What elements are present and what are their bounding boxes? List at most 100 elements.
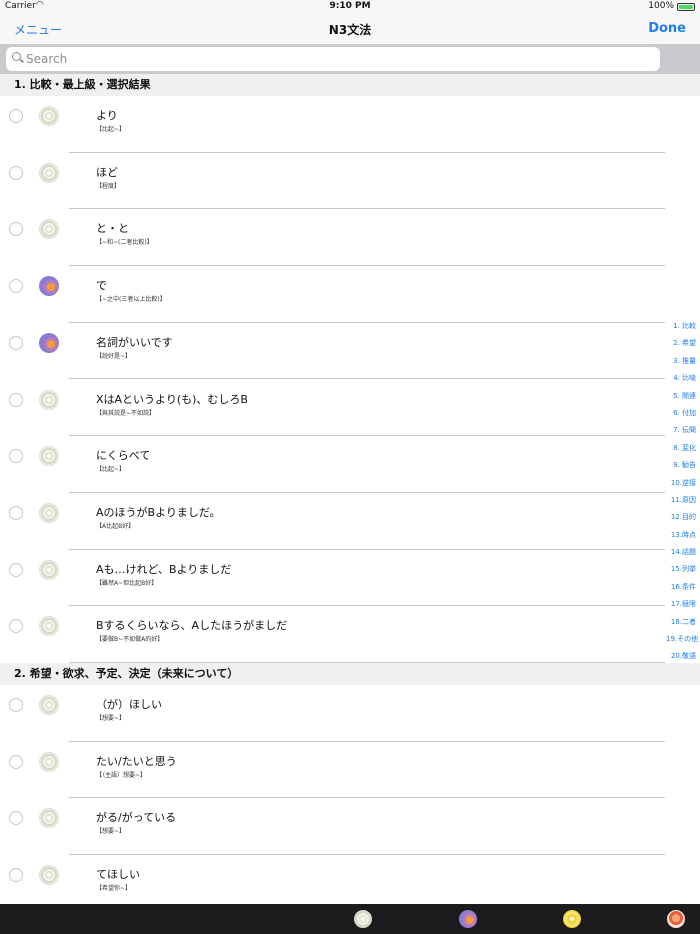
done-button[interactable]: Done: [648, 21, 686, 36]
select-radio[interactable]: [9, 754, 23, 769]
item-subtitle: 【比起~】: [96, 126, 126, 133]
index-item[interactable]: 7. 伝聞: [666, 422, 700, 439]
select-radio[interactable]: [9, 505, 23, 520]
item-title: と・と: [96, 222, 129, 236]
item-title: がる/がっている: [96, 811, 177, 825]
item-subtitle: 【要做B~不如做A的好】: [96, 636, 164, 644]
list-item[interactable]: 名詞がいいです【說好是~】: [0, 323, 666, 380]
item-title: （が）ほしい: [96, 698, 162, 711]
index-item[interactable]: 3. 推量: [666, 353, 700, 370]
purple-disc-icon[interactable]: [459, 910, 477, 928]
item-subtitle: 【~之中(三者以上比較)】: [96, 296, 166, 304]
item-subtitle: 【A比起B好】: [96, 522, 135, 530]
yellow-disc-icon[interactable]: [563, 910, 581, 928]
select-radio[interactable]: [9, 279, 23, 294]
list-item[interactable]: で【~之中(三者以上比較)】: [0, 266, 666, 323]
status-time: 9:10 PM: [329, 1, 371, 11]
grey-disc-icon: [39, 162, 59, 183]
item-title: ほど: [96, 165, 118, 179]
grey-disc-icon: [39, 219, 59, 240]
item-subtitle: 【希望你~】: [96, 885, 132, 893]
index-item[interactable]: 17.極限: [666, 596, 700, 613]
item-subtitle: 【程度】: [96, 182, 121, 190]
list-item[interactable]: XはAというより(も)、むしろB 【與其説是~不如説】: [0, 380, 666, 437]
grey-disc-icon: [39, 751, 59, 772]
list-item[interactable]: （が）ほしい【想要~】: [0, 685, 666, 742]
index-item[interactable]: 4. 比喩: [666, 370, 700, 387]
search-bar: [0, 44, 700, 74]
grey-disc-icon: [39, 616, 59, 637]
select-radio[interactable]: [9, 698, 23, 712]
list-item[interactable]: と・と【~和~(二者比較)】: [0, 209, 666, 267]
list-item[interactable]: より【比起~】: [0, 96, 666, 153]
grey-disc-icon: [39, 106, 59, 126]
item-title: XはAというより(も)、むしろB: [96, 392, 248, 406]
status-bar: Carrier ◠ 9:10 PM 100%: [0, 0, 700, 14]
index-item[interactable]: 20.敬語: [666, 648, 700, 665]
select-radio[interactable]: [9, 868, 23, 883]
list-item[interactable]: Aも…けれど、Bよりましだ【雖然A~但比起B好】: [0, 550, 666, 607]
index-item[interactable]: 14.話題: [666, 544, 700, 561]
item-title: Aも…けれど、Bよりましだ: [96, 562, 232, 576]
item-title: 名詞がいいです: [96, 335, 173, 349]
select-radio[interactable]: [9, 392, 23, 407]
search-icon: [12, 52, 21, 61]
section-header: 2. 希望・欲求、予定、決定（未来について）: [0, 663, 700, 685]
item-title: で: [96, 279, 107, 293]
list-item[interactable]: ほど 【程度】: [0, 153, 666, 210]
page-title: N3文法: [328, 23, 372, 37]
item-title: にくらべて: [96, 449, 151, 463]
grey-disc-icon: [39, 559, 59, 580]
list-item[interactable]: AのほうがBよりましだ。【A比起B好】: [0, 493, 666, 550]
select-radio[interactable]: [9, 449, 23, 464]
list-item[interactable]: にくらべて【比起~】: [0, 436, 666, 493]
leaf-disc-icon[interactable]: [667, 910, 685, 928]
index-item[interactable]: 19.その他: [666, 631, 700, 648]
index-item[interactable]: 10.逆接: [666, 475, 700, 492]
search-field[interactable]: [6, 47, 660, 71]
list-item[interactable]: がる/がっている 【想要~】: [0, 798, 666, 856]
select-radio[interactable]: [9, 619, 23, 634]
index-item[interactable]: 13.時点: [666, 527, 700, 544]
battery-icon: [677, 3, 695, 11]
select-radio[interactable]: [9, 109, 23, 123]
index-item[interactable]: 8. 変化: [666, 440, 700, 457]
index-item[interactable]: 2. 希望: [666, 335, 700, 352]
tab-bar: [0, 904, 700, 934]
grey-disc-icon[interactable]: [354, 910, 372, 928]
index-item[interactable]: 1. 比較: [666, 318, 700, 335]
select-radio[interactable]: [9, 222, 23, 237]
purple-disc-icon: [39, 276, 59, 297]
list-item[interactable]: Bするくらいなら、Aしたほうがましだ【要做B~不如做A的好】: [0, 606, 666, 663]
item-title: てほしい: [96, 868, 140, 882]
item-title: AのほうがBよりましだ。: [96, 505, 221, 519]
item-title: より: [96, 109, 118, 122]
item-subtitle: 【~和~(二者比較)】: [96, 239, 153, 247]
item-title: Bするくらいなら、Aしたほうがましだ: [96, 619, 288, 633]
grey-disc-icon: [39, 446, 59, 467]
item-subtitle: 【說好是~】: [96, 352, 132, 360]
item-subtitle: 【與其説是~不如説】: [96, 409, 156, 417]
index-item[interactable]: 11.原因: [666, 492, 700, 509]
grey-disc-icon: [39, 808, 59, 829]
index-item[interactable]: 16.条件: [666, 579, 700, 596]
search-input[interactable]: [26, 49, 626, 69]
grey-disc-icon: [39, 502, 59, 523]
index-item[interactable]: 6. 付加: [666, 405, 700, 422]
index-item[interactable]: 9. 勧告: [666, 457, 700, 474]
select-radio[interactable]: [9, 165, 23, 180]
item-subtitle: 【雖然A~但比起B好】: [96, 579, 158, 587]
index-item[interactable]: 18.二者: [666, 614, 700, 631]
item-subtitle: 【想要~】: [96, 715, 126, 722]
select-radio[interactable]: [9, 562, 23, 577]
purple-disc-icon: [39, 332, 59, 353]
index-item[interactable]: 15.列挙: [666, 561, 700, 578]
select-radio[interactable]: [9, 811, 23, 826]
item-title: たい/たいと思う: [96, 754, 177, 768]
index-item[interactable]: 5. 関連: [666, 388, 700, 405]
select-radio[interactable]: [9, 335, 23, 350]
list-item[interactable]: たい/たいと思う 【（主語）想要~】: [0, 742, 666, 799]
item-subtitle: 【比起~】: [96, 466, 126, 474]
section-index[interactable]: 1. 比較 2. 希望 3. 推量 4. 比喩 5. 関連 6. 付加 7. 伝聞 8. 変化…: [666, 318, 700, 666]
index-item[interactable]: 12.目的: [666, 509, 700, 526]
